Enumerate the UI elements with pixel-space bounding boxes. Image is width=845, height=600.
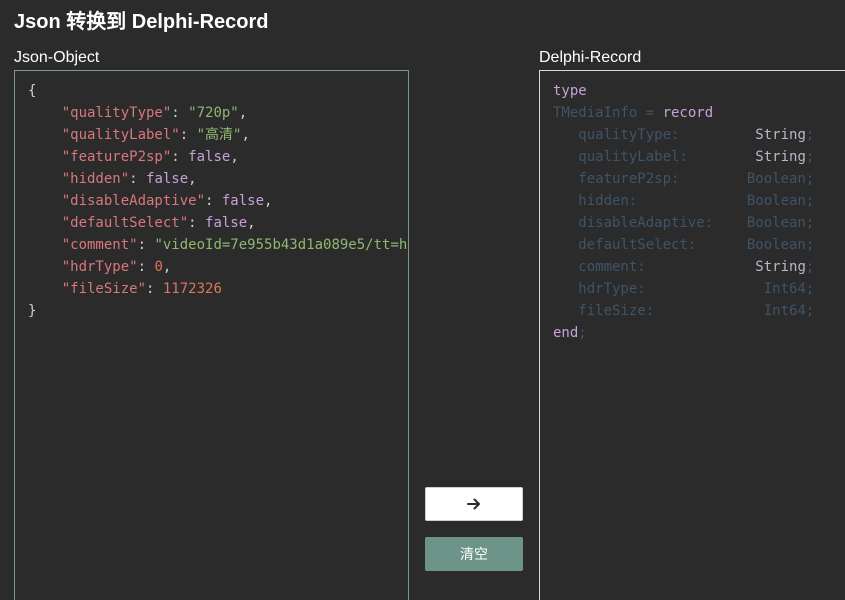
code-token: , (188, 171, 197, 187)
code-token: "videoId=7e955b43d1a089e5/tt=hd (154, 237, 409, 253)
json-input-editor[interactable]: { "qualityType": "720p", "qualityLabel":… (14, 70, 409, 600)
page: Json 转换到 Delphi-Record Json-Object Delph… (0, 0, 845, 600)
arrow-right-icon (467, 497, 481, 511)
code-line: "disableAdaptive": false, (28, 190, 408, 212)
code-line: "qualityType": "720p", (28, 102, 408, 124)
code-token: comment: (553, 259, 756, 275)
code-line: featureP2sp: Boolean; (553, 168, 814, 190)
delphi-output-editor[interactable]: type TMediaInfo = record qualityType: Str… (539, 70, 845, 600)
code-token: false (205, 215, 248, 231)
convert-button[interactable] (425, 487, 523, 521)
code-token: TMediaInfo = (553, 105, 663, 121)
code-token: hdrType: Int64; (553, 281, 815, 297)
code-token: "featureP2sp" (61, 149, 172, 165)
code-token: , (264, 193, 273, 209)
code-line: } (28, 300, 408, 322)
code-line: "comment": "videoId=7e955b43d1a089e5/tt=… (28, 234, 409, 256)
code-token: "hdrType" (61, 259, 138, 275)
code-token: false (188, 149, 231, 165)
code-token: "defaultSelect" (61, 215, 189, 231)
code-token: ; (578, 325, 587, 341)
code-line: type (553, 80, 814, 102)
code-token: "comment" (61, 237, 138, 253)
code-line: "featureP2sp": false, (28, 146, 408, 168)
page-title: Json 转换到 Delphi-Record (14, 11, 269, 33)
code-token: , (162, 259, 172, 275)
code-token: String (755, 149, 806, 165)
delphi-record-label: Delphi-Record (539, 49, 642, 66)
code-line: defaultSelect: Boolean; (553, 234, 814, 256)
code-token: disableAdaptive: Boolean; (553, 215, 815, 231)
code-line: "fileSize": 1172326 (28, 278, 408, 300)
code-token: : (137, 259, 155, 275)
code-line: hdrType: Int64; (553, 278, 814, 300)
code-token: "disableAdaptive" (61, 193, 206, 209)
json-code: { "qualityType": "720p", "qualityLabel":… (28, 80, 409, 322)
code-token: "qualityLabel" (61, 127, 180, 143)
code-token: "qualityType" (61, 105, 172, 121)
code-line: "qualityLabel": "高清", (28, 124, 408, 146)
code-line: "defaultSelect": false, (28, 212, 408, 234)
code-line: TMediaInfo = record (553, 102, 814, 124)
clear-button[interactable]: 清空 (425, 537, 523, 571)
code-line: qualityLabel: String; (553, 146, 814, 168)
code-token: "720p" (188, 105, 239, 121)
code-token: qualityType: (553, 127, 756, 143)
code-line: disableAdaptive: Boolean; (553, 212, 814, 234)
code-token: : (205, 193, 222, 209)
code-token: } (28, 303, 37, 319)
code-token: type (553, 83, 587, 99)
code-line: { (28, 80, 408, 102)
code-token: hidden: Boolean; (553, 193, 815, 209)
code-token: : (137, 237, 155, 253)
code-line: "hdrType": 0, (28, 256, 408, 278)
code-token: false (146, 171, 189, 187)
code-token: ; (805, 127, 815, 143)
code-token: : (179, 127, 197, 143)
code-line: qualityType: String; (553, 124, 814, 146)
code-line: comment: String; (553, 256, 814, 278)
code-token: : (171, 105, 189, 121)
code-token: featureP2sp: Boolean; (553, 171, 815, 187)
code-token: , (230, 149, 239, 165)
code-token: , (241, 127, 250, 143)
code-token: defaultSelect: Boolean; (553, 237, 815, 253)
code-token: record (662, 105, 714, 121)
code-token: 0 (154, 259, 163, 275)
code-line: "hidden": false, (28, 168, 408, 190)
code-token: ; (805, 259, 815, 275)
code-token: "高清" (196, 127, 242, 143)
code-token: qualityLabel: (553, 149, 756, 165)
code-line: hidden: Boolean; (553, 190, 814, 212)
code-token: String (755, 127, 806, 143)
code-token: , (247, 215, 256, 231)
code-token: : (129, 171, 147, 187)
code-token: , (238, 105, 248, 121)
code-token: fileSize: Int64; (553, 303, 815, 319)
code-token: { (28, 83, 37, 99)
code-token: : (188, 215, 206, 231)
code-line: end; (553, 322, 814, 344)
code-token: : (146, 281, 163, 297)
code-line: fileSize: Int64; (553, 300, 814, 322)
code-token: "fileSize" (61, 281, 147, 297)
code-token: end (553, 325, 579, 341)
code-token: 1172326 (162, 281, 222, 297)
code-token: ; (805, 149, 815, 165)
code-token: "hidden" (61, 171, 130, 187)
delphi-code: type TMediaInfo = record qualityType: Str… (553, 80, 814, 344)
code-token: String (755, 259, 806, 275)
code-token: false (221, 193, 265, 209)
code-token: : (171, 149, 189, 165)
json-object-label: Json-Object (14, 49, 100, 66)
